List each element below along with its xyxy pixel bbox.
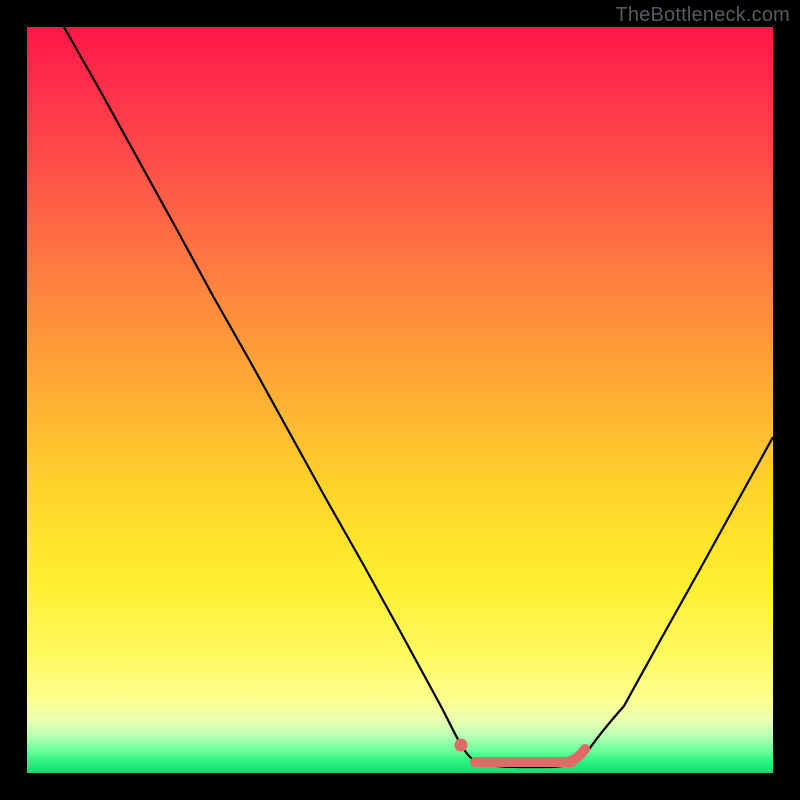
optimal-band-tail: [567, 749, 585, 762]
marker-left: [455, 739, 468, 752]
curve-path: [64, 27, 773, 767]
chart-frame: TheBottleneck.com: [0, 0, 800, 800]
bottleneck-curve: [27, 27, 773, 773]
plot-area: [27, 27, 773, 773]
watermark-text: TheBottleneck.com: [615, 4, 790, 27]
